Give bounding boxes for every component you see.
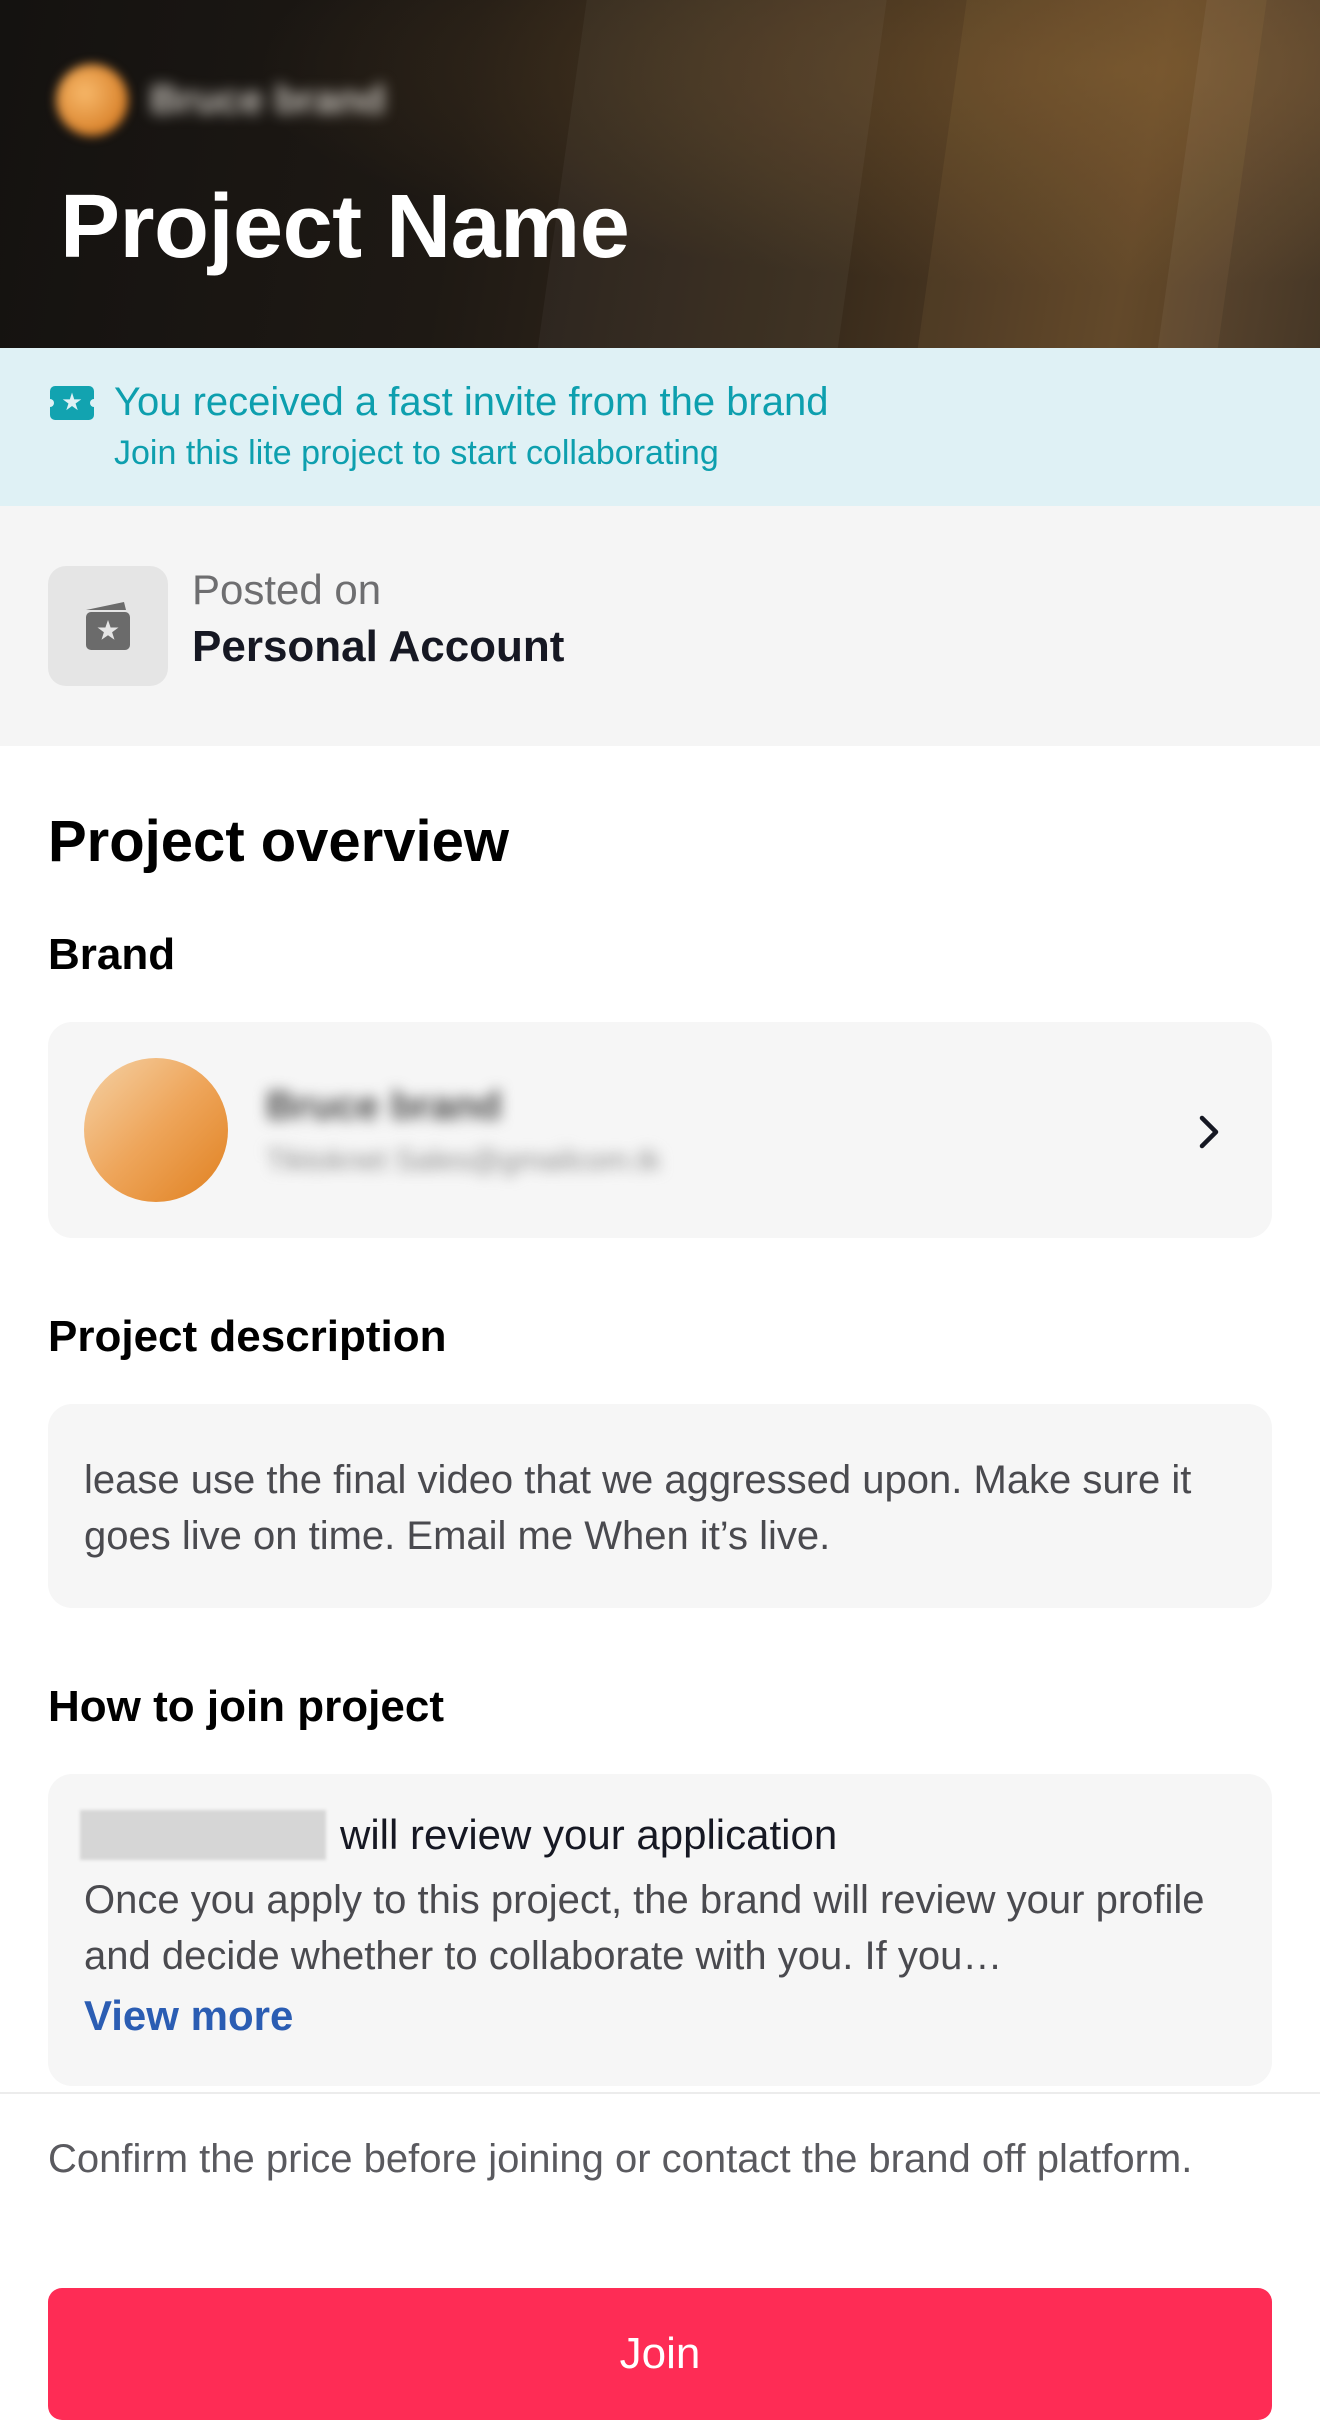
description-text: lease use the final video that we aggres… (84, 1458, 1192, 1558)
brand-avatar (84, 1058, 228, 1202)
footer-note: Confirm the price before joining or cont… (48, 2137, 1193, 2181)
header-decoration (527, 0, 893, 348)
posted-on-section: Posted on Personal Account (0, 506, 1320, 746)
join-button[interactable]: Join (48, 2288, 1272, 2420)
footer-bar: Confirm the price before joining or cont… (0, 2092, 1320, 2420)
posted-on-account: Personal Account (192, 622, 565, 671)
ticket-star-icon: ★ (46, 386, 98, 420)
brand-name: Bruce brand (266, 1084, 502, 1128)
invite-subtitle: Join this lite project to start collabor… (114, 434, 719, 472)
how-to-join-card: will review your application Once you ap… (48, 1774, 1272, 2086)
chevron-right-icon (1199, 1115, 1219, 1149)
how-to-join-body: Once you apply to this project, the bran… (84, 1878, 1205, 1978)
how-to-join-title: will review your application (340, 1811, 838, 1858)
header-brand[interactable]: Bruce brand (56, 64, 386, 136)
redacted-brand-name (80, 1810, 326, 1860)
description-label: Project description (48, 1312, 447, 1361)
how-to-join-title-row: will review your application (80, 1810, 837, 1860)
invite-title: You received a fast invite from the bran… (114, 380, 829, 424)
page-title: Project Name (60, 177, 630, 277)
calendar-star-icon (86, 602, 130, 650)
project-header: Bruce brand Project Name (0, 0, 1320, 348)
posted-icon-box (48, 566, 168, 686)
brand-handle: Tiktoknet Sales@gmailcom.tk (266, 1144, 661, 1177)
invite-banner: ★ You received a fast invite from the br… (0, 348, 1320, 506)
brand-avatar (56, 64, 128, 136)
how-to-join-label: How to join project (48, 1682, 444, 1731)
header-brand-name: Bruce brand (150, 77, 386, 122)
overview-heading: Project overview (48, 809, 509, 874)
posted-on-label: Posted on (192, 566, 382, 613)
view-more-link[interactable]: View more (84, 1992, 293, 2040)
description-card: lease use the final video that we aggres… (48, 1404, 1272, 1608)
brand-label: Brand (48, 930, 176, 979)
brand-card[interactable]: Bruce brand Tiktoknet Sales@gmailcom.tk (48, 1022, 1272, 1238)
